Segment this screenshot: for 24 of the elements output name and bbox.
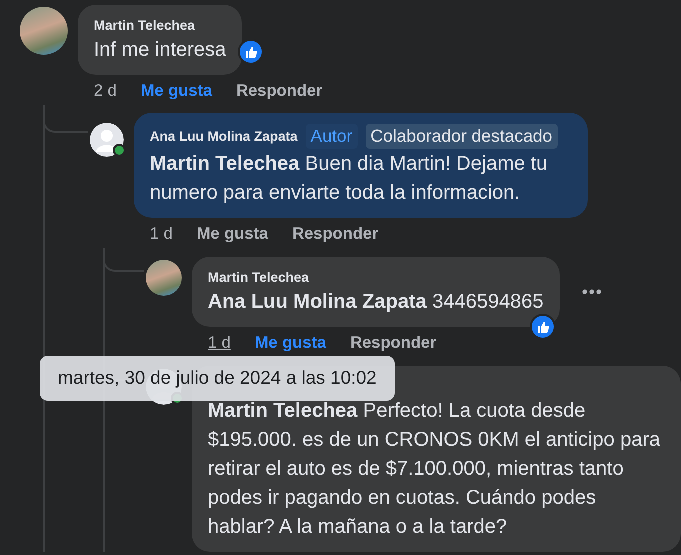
author-badge: Autor <box>306 124 358 148</box>
comment-text: Inf me interesa <box>94 38 226 63</box>
comment-time[interactable]: 2 d <box>94 81 117 101</box>
like-link[interactable]: Me gusta <box>254 333 326 353</box>
author-name[interactable]: Ana Luu Molina Zapata <box>150 128 298 144</box>
like-link[interactable]: Me gusta <box>196 224 268 244</box>
author-name[interactable]: Martin Telechea <box>208 270 310 284</box>
thumbs-up-icon[interactable] <box>530 314 556 340</box>
reply-link[interactable]: Responder <box>350 333 437 353</box>
reply-link[interactable]: Responder <box>236 81 323 101</box>
thumbs-up-icon[interactable] <box>238 39 264 65</box>
reply-link[interactable]: Responder <box>292 224 379 244</box>
more-options-icon[interactable] <box>582 289 602 295</box>
avatar-photo-placeholder[interactable] <box>20 7 68 55</box>
avatar-photo-placeholder[interactable] <box>146 260 182 296</box>
author-name[interactable]: Martin Telechea <box>94 18 196 32</box>
comment-text: Ana Luu Molina Zapata 3446594865 <box>208 290 544 315</box>
author-badge: Colaborador destacado <box>366 124 558 148</box>
comment-text: Martin Telechea Perfecto! La cuota desde $195.000. es de un CRONOS 0KM el anticipo para retirar el auto es de $7.100.000, mientras tanto podes ir pagando en cuotas. Cuándo podes hablar? A la mañana o a la tarde? <box>208 399 662 540</box>
comment-time[interactable]: 1 d <box>150 224 173 244</box>
comment-text: Martin Telechea Buen dia Martin! Dejame tu numero para enviarte toda la informacion. <box>150 152 549 206</box>
date-tooltip: martes, 30 de julio de 2024 a las 10:02 <box>40 356 395 401</box>
like-link[interactable]: Me gusta <box>140 81 212 101</box>
comment-time[interactable]: 1 d <box>208 333 231 353</box>
